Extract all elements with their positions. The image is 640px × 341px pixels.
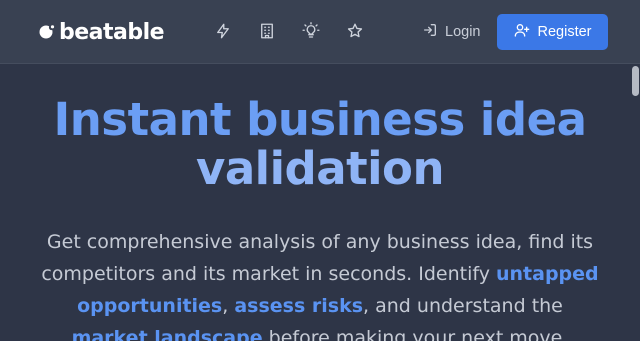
star-icon[interactable] <box>344 20 366 42</box>
page: beatable Login Register Instant business… <box>0 0 640 341</box>
logo[interactable]: beatable <box>38 17 165 47</box>
hero-desc-sep: , <box>222 295 235 317</box>
hero-title-line1: Instant business idea <box>53 93 587 146</box>
logo-text: beatable <box>59 19 165 45</box>
lightbulb-icon[interactable] <box>300 20 322 42</box>
login-button[interactable]: Login <box>422 20 480 44</box>
top-navbar: beatable Login Register <box>0 0 640 64</box>
logo-mark-icon <box>38 23 56 41</box>
register-label: Register <box>537 24 592 40</box>
hero-desc-text-2: , and understand the <box>363 295 563 317</box>
scrollbar-thumb[interactable] <box>632 66 639 96</box>
login-icon <box>422 22 438 42</box>
bolt-icon[interactable] <box>212 20 234 42</box>
register-button[interactable]: Register <box>497 14 608 50</box>
building-icon[interactable] <box>256 20 278 42</box>
user-plus-icon <box>514 22 530 42</box>
market-landscape-link[interactable]: market landscape <box>72 327 263 341</box>
hero-desc-text-3: before making your next move. <box>262 327 569 341</box>
hero-title: Instant business idea validation <box>0 95 640 193</box>
hero-title-line2: validation <box>195 142 445 195</box>
scrollbar[interactable] <box>629 64 640 341</box>
hero-description: Get comprehensive analysis of any busine… <box>38 226 602 341</box>
nav-icon-bar <box>212 20 366 42</box>
assess-risks-link[interactable]: assess risks <box>234 295 363 317</box>
login-label: Login <box>445 24 481 40</box>
